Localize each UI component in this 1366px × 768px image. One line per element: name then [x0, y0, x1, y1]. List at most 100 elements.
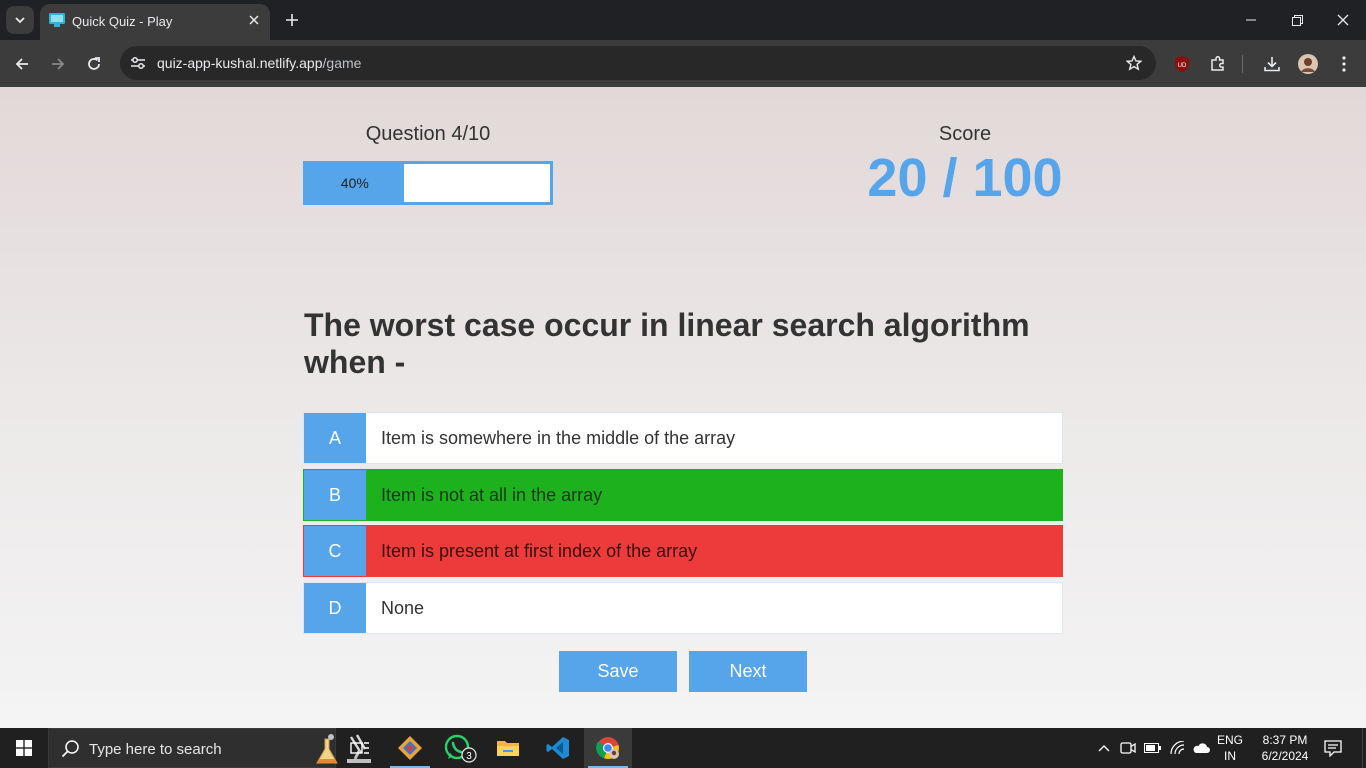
clock-date: 6/2/2024: [1261, 749, 1309, 763]
taskbar-clock[interactable]: 8:37 PM 6/2/2024: [1252, 732, 1318, 764]
git-app-icon: [398, 736, 422, 760]
clock-time: 8:37 PM: [1262, 733, 1308, 747]
taskbar-app-file-explorer[interactable]: [484, 728, 532, 768]
choice-text: Item is somewhere in the middle of the a…: [381, 427, 736, 448]
choice-c[interactable]: C Item is present at first index of the …: [303, 525, 1063, 577]
restore-button[interactable]: [1274, 0, 1320, 40]
restore-icon: [1291, 14, 1303, 26]
toolbar-divider: [1240, 52, 1244, 76]
new-tab-button[interactable]: [280, 8, 304, 32]
taskbar-search-box[interactable]: Type here to search: [48, 728, 371, 768]
extensions-button[interactable]: [1206, 52, 1230, 76]
browser-tab[interactable]: Quick Quiz - Play: [40, 4, 270, 40]
close-icon: [1337, 14, 1349, 26]
more-vert-icon: [1342, 56, 1346, 72]
network-button[interactable]: [1168, 728, 1188, 768]
forward-button[interactable]: [44, 50, 72, 78]
choice-prefix: A: [304, 413, 366, 463]
taskbar-app-git[interactable]: [386, 728, 434, 768]
battery-button[interactable]: [1142, 728, 1164, 768]
question-counter: Question 4/10: [365, 123, 491, 145]
question-text: The worst case occur in linear search al…: [304, 307, 1030, 380]
search-icon: [61, 740, 79, 758]
vscode-icon: [546, 737, 569, 759]
choice-text: Item is not at all in the array: [381, 484, 603, 505]
cloud-icon: [1193, 743, 1210, 753]
close-window-button[interactable]: [1320, 0, 1366, 40]
plus-icon: [286, 14, 298, 26]
score-label: Score: [938, 123, 992, 145]
choice-prefix: C: [304, 526, 366, 576]
windows-logo-icon: [16, 740, 32, 756]
choice-d[interactable]: D None: [303, 582, 1063, 634]
browser-menu-button[interactable]: [1332, 52, 1356, 76]
minimize-button[interactable]: [1228, 0, 1274, 40]
address-bar[interactable]: quiz-app-kushal.netlify.app/game: [120, 46, 1156, 80]
whatsapp-icon: 3: [444, 734, 477, 763]
close-icon: [249, 15, 259, 25]
taskbar-app-chrome[interactable]: [584, 728, 632, 768]
choice-prefix: B: [304, 470, 366, 520]
notifications-button[interactable]: [1320, 728, 1346, 768]
svg-text:UD: UD: [1178, 63, 1187, 69]
back-button[interactable]: [8, 50, 36, 78]
arrow-right-icon: [52, 58, 65, 70]
save-button[interactable]: Save: [559, 651, 677, 692]
choice-text: Item is present at first index of the ar…: [381, 540, 698, 561]
choice-a[interactable]: A Item is somewhere in the middle of the…: [303, 412, 1063, 464]
chevron-down-icon: [15, 17, 25, 24]
avatar: [1298, 54, 1318, 74]
language-code: ENG: [1216, 733, 1243, 747]
progress-label: 40%: [340, 175, 369, 191]
downloads-button[interactable]: [1260, 52, 1284, 76]
puzzle-icon: [1211, 55, 1224, 71]
site-info-button[interactable]: [128, 53, 148, 73]
meet-now-button[interactable]: [1118, 728, 1138, 768]
search-placeholder: Type here to search: [89, 741, 222, 758]
quiz-favicon-icon: [49, 13, 65, 27]
folder-icon: [497, 741, 519, 756]
tab-title: Quick Quiz - Play: [72, 14, 173, 29]
task-view-button[interactable]: [336, 728, 384, 768]
task-view-icon: [350, 742, 369, 754]
windows-taskbar: Type here to search 3 ENG IN 8:37 PM 6/2…: [0, 728, 1366, 768]
quiz-page: Question 4/10 40% Score 20 / 100 The wor…: [0, 87, 1366, 728]
camera-icon: [1120, 742, 1136, 754]
ublock-icon: UD: [1175, 56, 1189, 72]
url-text: quiz-app-kushal.netlify.app/game: [157, 55, 362, 71]
ublock-extension-button[interactable]: UD: [1170, 52, 1194, 76]
input-language-button[interactable]: ENG IN: [1212, 732, 1248, 764]
choice-b[interactable]: B Item is not at all in the array: [303, 469, 1063, 521]
region-code: IN: [1224, 749, 1236, 763]
star-icon: [1126, 55, 1142, 71]
reload-button[interactable]: [80, 50, 108, 78]
browser-toolbar: quiz-app-kushal.netlify.app/game UD: [0, 40, 1366, 87]
profile-button[interactable]: [1296, 52, 1320, 76]
tab-close-button[interactable]: [244, 10, 264, 30]
chrome-icon: [596, 737, 619, 760]
taskbar-app-whatsapp[interactable]: 3: [436, 728, 484, 768]
bookmark-button[interactable]: [1124, 53, 1144, 73]
choice-prefix: D: [304, 583, 366, 633]
wifi-icon: [1170, 741, 1185, 755]
show-desktop-button[interactable]: [1358, 728, 1366, 768]
tune-icon: [131, 57, 145, 69]
start-button[interactable]: [0, 728, 48, 768]
next-button[interactable]: Next: [689, 651, 807, 692]
choice-text: None: [381, 597, 425, 618]
tab-search-button[interactable]: [6, 6, 34, 34]
minimize-icon: [1246, 19, 1256, 21]
svg-text:3: 3: [466, 751, 472, 762]
taskbar-app-vscode[interactable]: [534, 728, 582, 768]
battery-icon: [1144, 743, 1161, 753]
show-hidden-icons-button[interactable]: [1094, 728, 1114, 768]
notification-icon: [1324, 740, 1342, 757]
score-value: 20 / 100: [867, 148, 1063, 208]
onedrive-button[interactable]: [1190, 728, 1212, 768]
progress-bar: 40%: [303, 161, 553, 205]
download-icon: [1264, 57, 1280, 72]
browser-tab-bar: Quick Quiz - Play: [0, 0, 1366, 40]
chevron-up-icon: [1098, 745, 1110, 752]
reload-icon: [88, 57, 100, 70]
arrow-left-icon: [15, 58, 28, 70]
